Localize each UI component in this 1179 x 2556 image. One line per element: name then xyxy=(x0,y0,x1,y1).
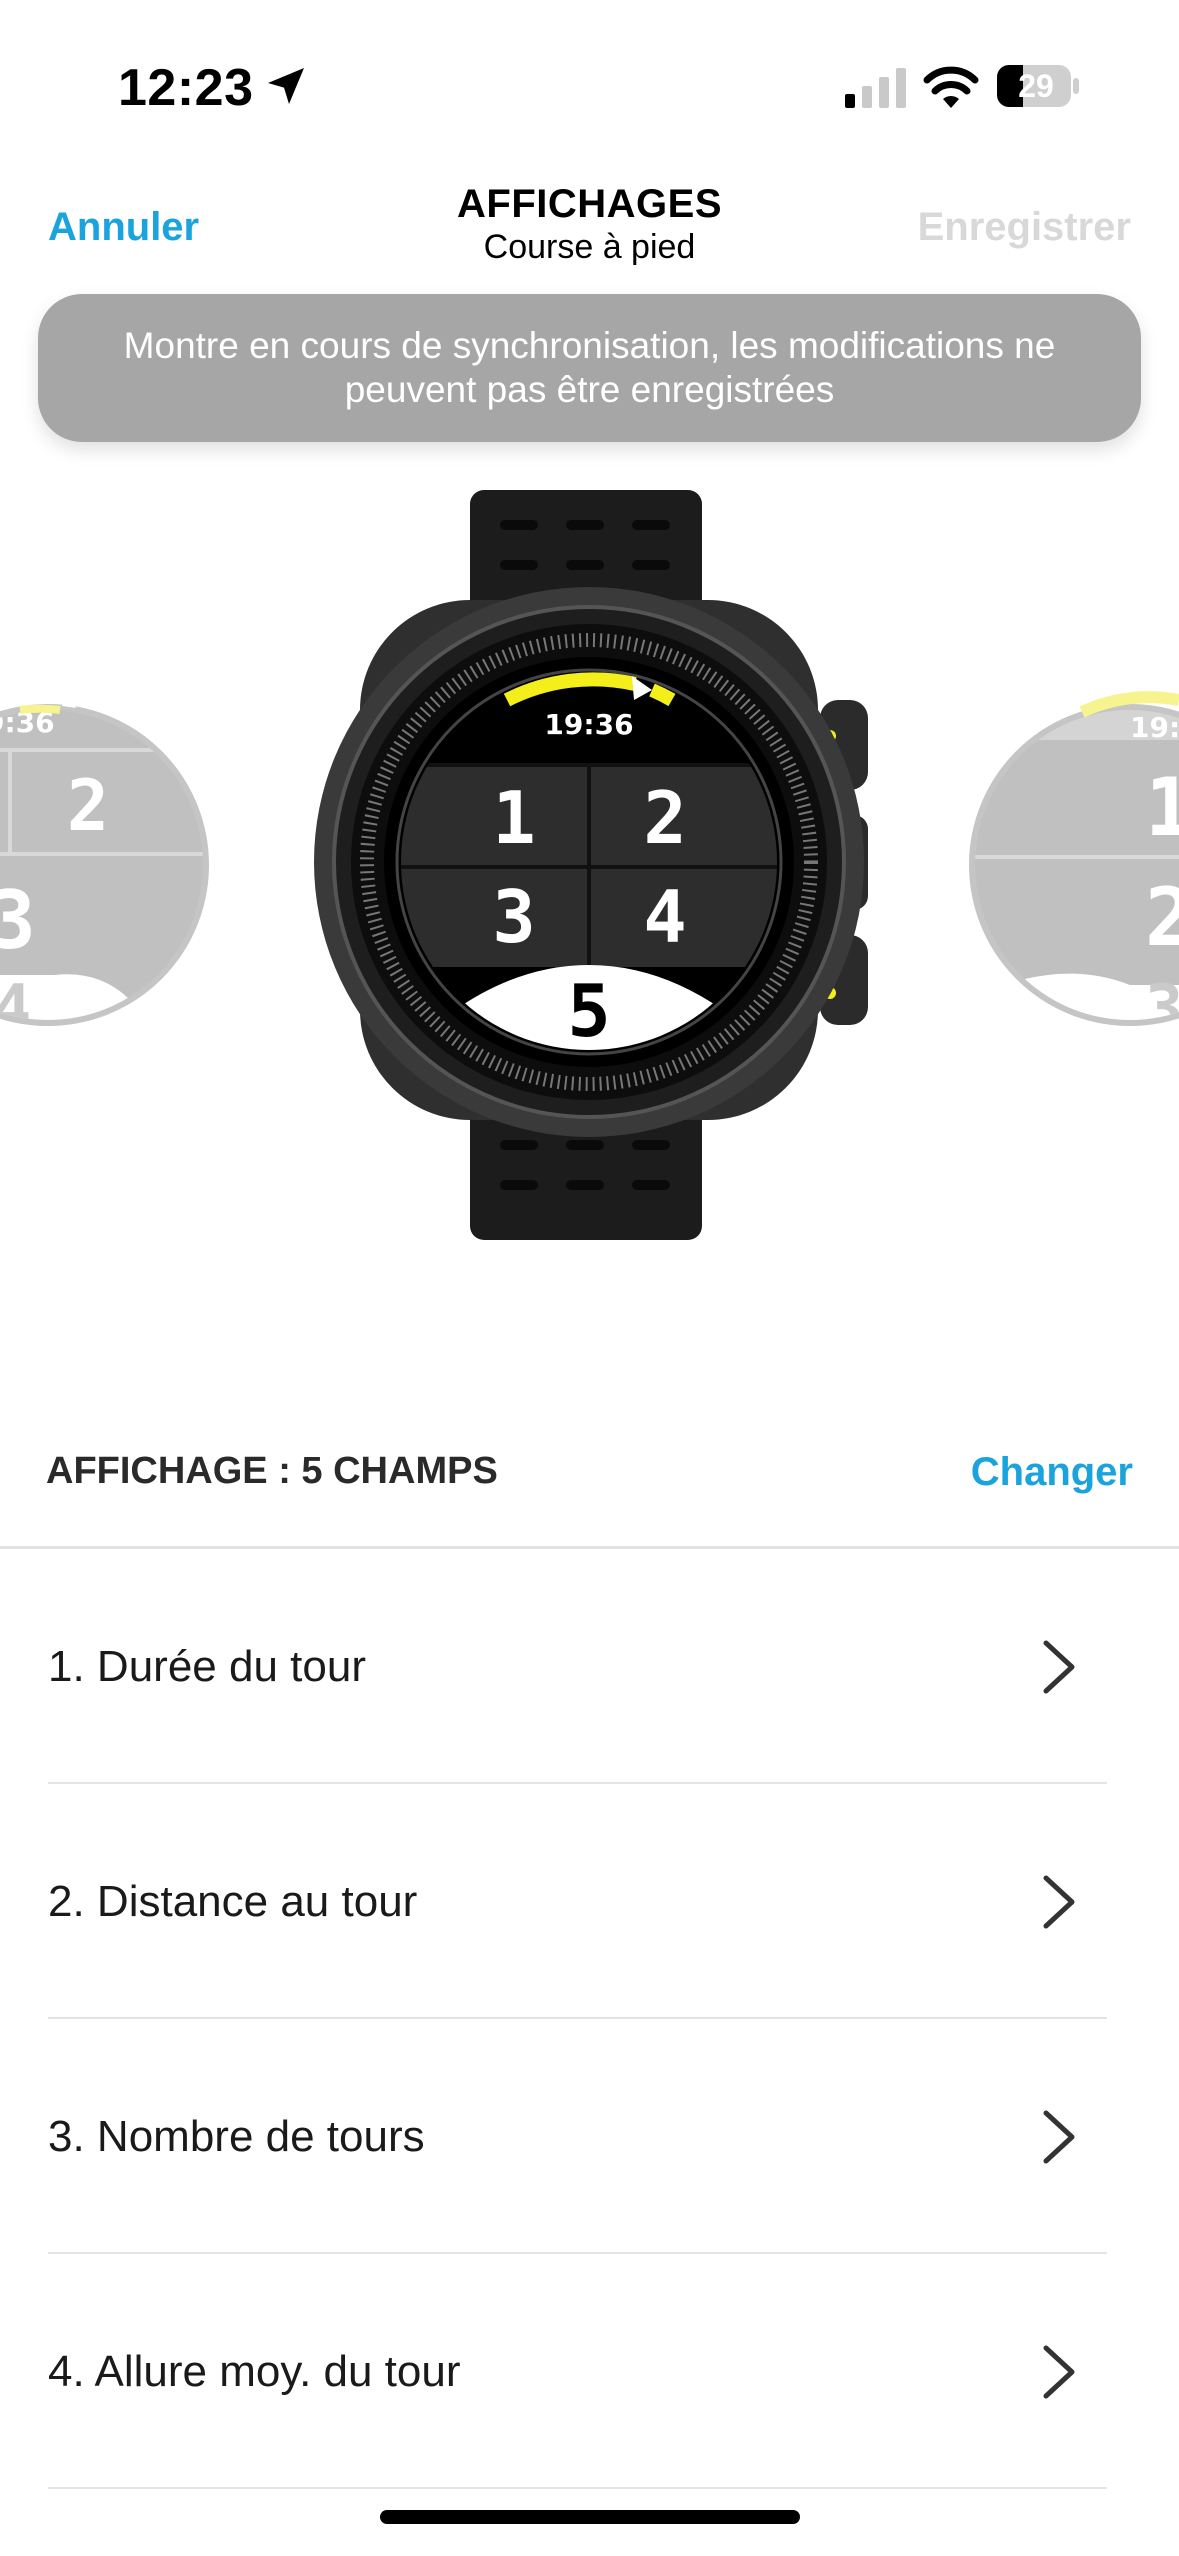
list-item-label: 1. Durée du tour xyxy=(48,1641,366,1691)
list-item[interactable]: 1. Durée du tour xyxy=(0,1549,1179,1784)
cellular-signal-icon xyxy=(845,68,906,108)
watch-field-4: 4 xyxy=(643,875,686,959)
watch-face-carousel[interactable]: 9:36 2 3 4 19:3 1 2 3 xyxy=(0,470,1179,1270)
right-preview-field-1: 1 xyxy=(1145,761,1179,854)
list-item-label: 4. Allure moy. du tour xyxy=(48,2346,461,2396)
save-button[interactable]: Enregistrer xyxy=(918,205,1131,250)
sync-warning-message: Montre en cours de synchronisation, les … xyxy=(123,325,1056,410)
watch-field-2: 2 xyxy=(643,776,686,860)
list-item[interactable]: 4. Allure moy. du tour xyxy=(0,2254,1179,2489)
divider xyxy=(48,2487,1107,2489)
watch-preview-left[interactable]: 9:36 2 3 4 xyxy=(0,690,210,1046)
right-preview-field-3: 3 xyxy=(1145,972,1179,1046)
status-time: 12:23 xyxy=(118,59,254,117)
sync-warning-toast: Montre en cours de synchronisation, les … xyxy=(38,294,1141,442)
watch-field-5: 5 xyxy=(567,969,610,1053)
list-item[interactable]: 3. Nombre de tours xyxy=(0,2019,1179,2254)
watch-time: 19:36 xyxy=(544,708,633,741)
watch-field-3: 3 xyxy=(492,875,535,959)
chevron-right-icon xyxy=(1043,1875,1075,1929)
chevron-right-icon xyxy=(1043,1640,1075,1694)
chevron-right-icon xyxy=(1043,2110,1075,2164)
left-preview-field-3: 3 xyxy=(0,874,36,967)
right-preview-time: 19:3 xyxy=(1130,711,1179,744)
home-indicator[interactable] xyxy=(380,2510,800,2524)
left-preview-field-4: 4 xyxy=(0,972,31,1046)
list-item[interactable]: 2. Distance au tour xyxy=(0,1784,1179,2019)
battery-level: 29 xyxy=(1018,67,1054,104)
watch-preview-right[interactable]: 19:3 1 2 3 xyxy=(960,691,1179,1046)
section-title: AFFICHAGE : 5 CHAMPS xyxy=(46,1450,498,1492)
list-item-label: 2. Distance au tour xyxy=(48,1876,418,1926)
left-preview-field-2: 2 xyxy=(67,765,109,847)
list-item-label: 3. Nombre de tours xyxy=(48,2111,425,2161)
watch-field-1: 1 xyxy=(492,776,535,860)
chevron-right-icon xyxy=(1043,2345,1075,2399)
watch-preview-main[interactable]: 19:36 1 2 3 4 5 xyxy=(314,490,868,1240)
location-arrow-icon xyxy=(268,68,304,104)
change-button[interactable]: Changer xyxy=(971,1450,1133,1495)
wifi-icon xyxy=(923,66,979,108)
right-preview-field-2: 2 xyxy=(1145,871,1179,964)
